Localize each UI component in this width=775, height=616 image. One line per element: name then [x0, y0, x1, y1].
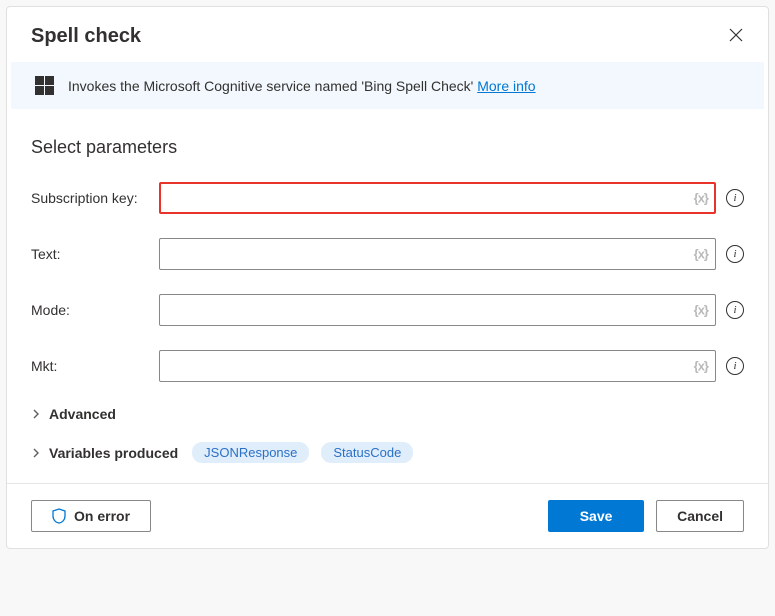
input-wrap-text: {x}	[159, 238, 716, 270]
expander-variables-label: Variables produced	[49, 445, 178, 461]
info-banner: Invokes the Microsoft Cognitive service …	[11, 62, 764, 109]
field-subscription-key: Subscription key: {x} i	[31, 182, 744, 214]
info-icon[interactable]: i	[726, 245, 744, 263]
section-title: Select parameters	[31, 137, 744, 158]
expander-variables-produced[interactable]: Variables produced JSONResponse StatusCo…	[31, 442, 744, 463]
dialog-body: Select parameters Subscription key: {x} …	[7, 109, 768, 483]
input-subscription-key[interactable]	[159, 182, 716, 214]
variable-picker-icon[interactable]: {x}	[694, 191, 708, 206]
input-wrap-subscription-key: {x}	[159, 182, 716, 214]
input-mode[interactable]	[159, 294, 716, 326]
input-wrap-mode: {x}	[159, 294, 716, 326]
expander-advanced[interactable]: Advanced	[31, 406, 744, 422]
field-mode: Mode: {x} i	[31, 294, 744, 326]
save-button[interactable]: Save	[548, 500, 644, 532]
chevron-right-icon	[31, 409, 41, 419]
chevron-right-icon	[31, 448, 41, 458]
dialog-title: Spell check	[31, 25, 141, 48]
spell-check-dialog: Spell check Invokes the Microsoft Cognit…	[6, 6, 769, 549]
info-icon[interactable]: i	[726, 357, 744, 375]
input-wrap-mkt: {x}	[159, 350, 716, 382]
close-button[interactable]	[724, 23, 748, 50]
info-icon[interactable]: i	[726, 189, 744, 207]
badge-json-response[interactable]: JSONResponse	[192, 442, 309, 463]
input-mkt[interactable]	[159, 350, 716, 382]
variable-picker-icon[interactable]: {x}	[694, 303, 708, 318]
cancel-button[interactable]: Cancel	[656, 500, 744, 532]
on-error-label: On error	[74, 508, 130, 524]
label-subscription-key: Subscription key:	[31, 190, 159, 206]
save-label: Save	[580, 508, 613, 524]
label-mode: Mode:	[31, 302, 159, 318]
label-mkt: Mkt:	[31, 358, 159, 374]
variable-badges: JSONResponse StatusCode	[192, 442, 413, 463]
dialog-footer: On error Save Cancel	[7, 483, 768, 548]
input-text[interactable]	[159, 238, 716, 270]
label-text: Text:	[31, 246, 159, 262]
on-error-button[interactable]: On error	[31, 500, 151, 532]
badge-status-code[interactable]: StatusCode	[321, 442, 413, 463]
more-info-link[interactable]: More info	[477, 78, 535, 94]
shield-icon	[52, 508, 66, 524]
variable-picker-icon[interactable]: {x}	[694, 359, 708, 374]
expander-advanced-label: Advanced	[49, 406, 116, 422]
field-mkt: Mkt: {x} i	[31, 350, 744, 382]
microsoft-logo-icon	[35, 76, 54, 95]
banner-text: Invokes the Microsoft Cognitive service …	[68, 78, 536, 94]
close-icon	[728, 31, 744, 46]
variable-picker-icon[interactable]: {x}	[694, 247, 708, 262]
info-icon[interactable]: i	[726, 301, 744, 319]
banner-description: Invokes the Microsoft Cognitive service …	[68, 78, 477, 94]
field-text: Text: {x} i	[31, 238, 744, 270]
dialog-header: Spell check	[7, 7, 768, 62]
cancel-label: Cancel	[677, 508, 723, 524]
